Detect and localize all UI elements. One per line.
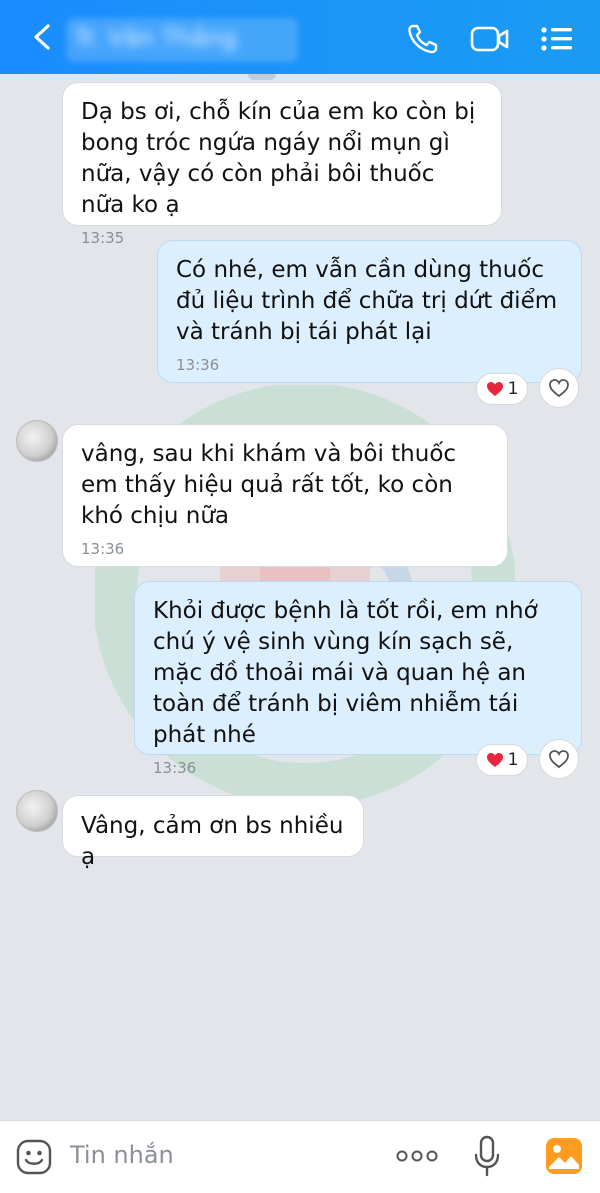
- heart-outline-icon: [549, 750, 569, 769]
- message-bubble-incoming[interactable]: vâng, sau khi khám và bôi thuốc em thấy …: [62, 424, 508, 567]
- react-heart-button[interactable]: [539, 368, 579, 408]
- heart-outline-icon: [549, 379, 569, 398]
- contact-name[interactable]: Tr. Văn Thắng: [74, 24, 237, 52]
- contact-avatar[interactable]: [16, 790, 58, 832]
- message-text: Khỏi được bệnh là tốt rồi, em nhớ chú ý …: [153, 598, 538, 748]
- message-bubble-incoming[interactable]: Vâng, cảm ơn bs nhiều ạ: [62, 795, 364, 870]
- list-menu-icon[interactable]: [540, 26, 574, 52]
- message-text: Vâng, cảm ơn bs nhiều ạ: [81, 813, 344, 870]
- reaction-badge[interactable]: 1: [476, 744, 528, 776]
- heart-reaction-icon: [486, 753, 503, 767]
- message-bubble-outgoing[interactable]: Có nhé, em vẫn cần dùng thuốc đủ liệu tr…: [157, 240, 582, 383]
- more-dots-icon[interactable]: [396, 1149, 438, 1163]
- image-icon[interactable]: [545, 1137, 583, 1175]
- video-camera-icon[interactable]: [470, 24, 510, 54]
- chat-header: Tr. Văn Thắng: [0, 0, 600, 74]
- message-text: Dạ bs ơi, chỗ kín của em ko còn bị bong …: [81, 99, 476, 218]
- reaction-count: 1: [507, 379, 519, 399]
- contact-avatar[interactable]: [16, 420, 58, 462]
- message-text: Có nhé, em vẫn cần dùng thuốc đủ liệu tr…: [176, 257, 558, 345]
- message-bubble-outgoing[interactable]: Khỏi được bệnh là tốt rồi, em nhớ chú ý …: [134, 581, 582, 777]
- microphone-icon[interactable]: [474, 1135, 500, 1177]
- react-heart-button[interactable]: [539, 739, 579, 779]
- phone-icon[interactable]: [406, 22, 440, 56]
- reaction-badge[interactable]: 1: [476, 373, 528, 405]
- emoji-icon[interactable]: [16, 1139, 52, 1175]
- heart-reaction-icon: [486, 382, 503, 396]
- reaction-count: 1: [507, 750, 519, 770]
- message-time: 13:36: [176, 356, 220, 374]
- message-time: 13:36: [81, 540, 125, 558]
- chevron-left-icon[interactable]: [28, 22, 56, 52]
- message-text: vâng, sau khi khám và bôi thuốc em thấy …: [81, 441, 457, 529]
- message-bubble-incoming[interactable]: Dạ bs ơi, chỗ kín của em ko còn bị bong …: [62, 82, 502, 247]
- previous-message-edge: [248, 74, 276, 80]
- message-input[interactable]: Tin nhắn: [70, 1141, 174, 1169]
- composer-bar: Tin nhắn: [0, 1120, 600, 1193]
